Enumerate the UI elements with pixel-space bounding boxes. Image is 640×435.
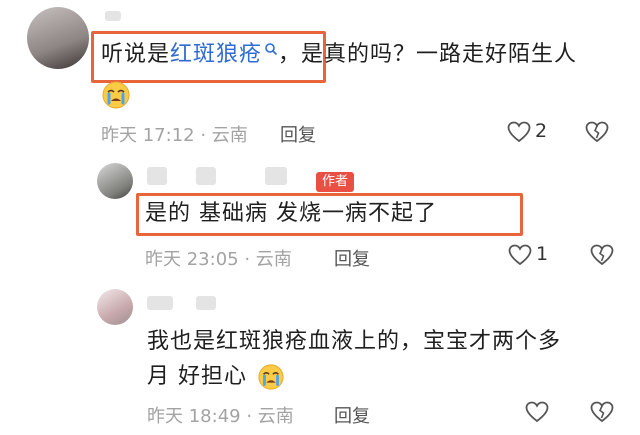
heart-broken-icon[interactable] bbox=[590, 244, 614, 266]
reply-button[interactable]: 回复 bbox=[334, 402, 370, 428]
comment-meta: 昨天 23:05 · 云南 bbox=[145, 249, 292, 270]
search-icon[interactable] bbox=[264, 42, 278, 56]
like-count: 1 bbox=[536, 243, 549, 265]
avatar[interactable] bbox=[97, 289, 133, 325]
username-blurred[interactable] bbox=[196, 296, 216, 310]
username-blurred[interactable] bbox=[147, 296, 173, 310]
heart-broken-icon[interactable] bbox=[585, 121, 609, 143]
username-blurred[interactable] bbox=[147, 167, 167, 185]
heart-icon[interactable] bbox=[525, 401, 549, 423]
comment-text: 是的 基础病 发烧一病不起了 bbox=[145, 201, 437, 226]
crying-emoji-icon bbox=[101, 80, 131, 110]
like-count: 2 bbox=[535, 120, 548, 142]
comment-text-line: 我也是红斑狼疮血液上的，宝宝才两个多 bbox=[147, 329, 562, 354]
avatar[interactable] bbox=[27, 7, 89, 69]
username-blurred[interactable] bbox=[105, 11, 121, 21]
comment-text-after: ，是真的吗？一路走好陌生人 bbox=[278, 42, 578, 67]
heart-icon[interactable] bbox=[508, 244, 532, 266]
reply-button[interactable]: 回复 bbox=[280, 121, 316, 147]
comment-text: 听说是红斑狼疮 ，是真的吗？一路走好陌生人 bbox=[101, 40, 577, 70]
comment-text-line: 月 好担心 bbox=[147, 362, 285, 392]
crying-emoji-icon bbox=[257, 363, 285, 391]
author-tag: 作者 bbox=[316, 172, 355, 192]
heart-broken-icon[interactable] bbox=[590, 401, 614, 423]
username-blurred[interactable] bbox=[265, 167, 287, 185]
reply-button[interactable]: 回复 bbox=[334, 245, 370, 271]
heart-icon[interactable] bbox=[507, 121, 531, 143]
keyword-link[interactable]: 红斑狼疮 bbox=[170, 42, 262, 67]
comment-text-before: 听说是 bbox=[101, 42, 171, 67]
username-blurred[interactable] bbox=[196, 167, 216, 185]
comment-meta: 昨天 17:12 · 云南 bbox=[101, 125, 248, 146]
comment-meta: 昨天 18:49 · 云南 bbox=[147, 406, 294, 427]
comment-text-line2: 月 好担心 bbox=[147, 364, 247, 389]
avatar[interactable] bbox=[97, 163, 133, 199]
